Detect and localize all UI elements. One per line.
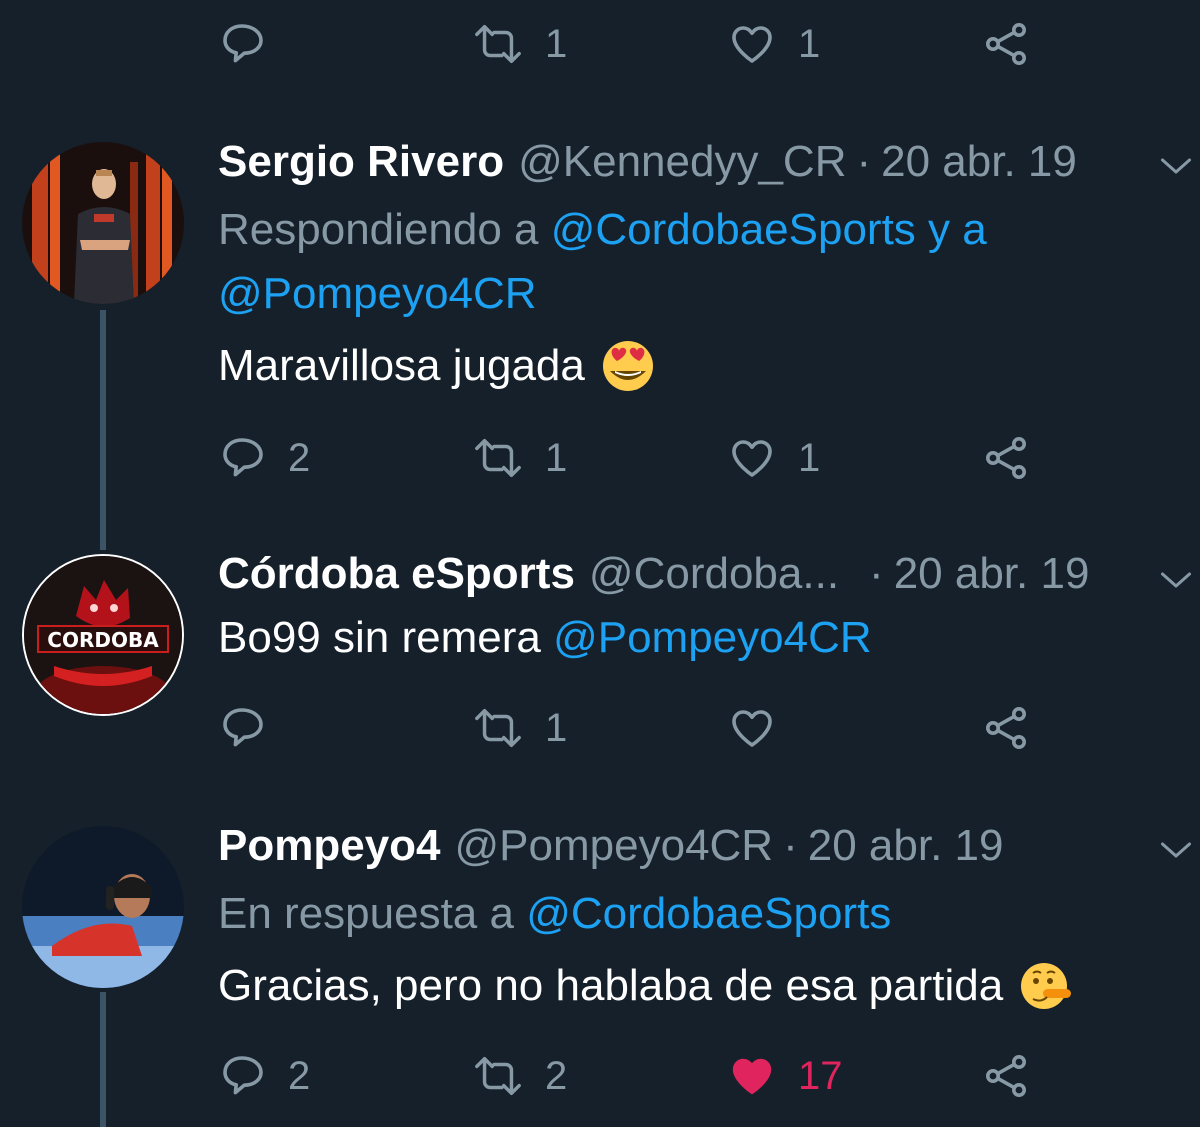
- share-button[interactable]: [983, 698, 1031, 758]
- reply-count: 2: [288, 1053, 311, 1098]
- retweet-icon: [475, 1056, 521, 1096]
- like-button[interactable]: [728, 698, 798, 758]
- avatar-image: [22, 142, 184, 304]
- chevron-down-icon[interactable]: [1158, 562, 1194, 598]
- heart-icon: [732, 26, 772, 63]
- avatar[interactable]: [22, 142, 184, 304]
- lying-face-emoji-icon: [1021, 963, 1072, 1009]
- tweet-date[interactable]: 20 abr. 19: [808, 821, 1004, 871]
- tweet-date[interactable]: 20 abr. 19: [881, 137, 1077, 187]
- display-name[interactable]: Córdoba eSports: [218, 549, 575, 599]
- retweet-count: 1: [545, 705, 568, 750]
- retweet-button[interactable]: 1: [473, 14, 567, 74]
- like-button[interactable]: 1: [728, 14, 820, 74]
- avatar-image: CORDOBA: [24, 556, 182, 714]
- separator-dot: ·: [856, 137, 872, 186]
- avatar[interactable]: [22, 826, 184, 988]
- retweet-count: 1: [545, 21, 568, 66]
- replying-prefix: En respuesta a: [218, 889, 527, 938]
- reply-button[interactable]: [218, 698, 288, 758]
- separator-dot: ·: [869, 549, 884, 598]
- user-handle[interactable]: @Kennedyy_CR: [518, 137, 846, 187]
- user-handle[interactable]: @Pompeyo4CR: [455, 821, 774, 871]
- display-name[interactable]: Sergio Rivero: [218, 137, 504, 187]
- share-icon: [986, 1055, 1026, 1097]
- share-icon: [986, 707, 1026, 749]
- display-name[interactable]: Pompeyo4: [218, 821, 441, 871]
- like-count: 17: [798, 1053, 843, 1098]
- share-button[interactable]: [983, 428, 1031, 488]
- like-count: 1: [798, 435, 821, 480]
- svg-text:CORDOBA: CORDOBA: [47, 628, 159, 652]
- mention-link[interactable]: @Pompeyo4CR: [218, 269, 537, 318]
- tweet-text-content: Gracias, pero no hablaba de esa partida: [218, 961, 1004, 1010]
- like-button[interactable]: 1: [728, 428, 820, 488]
- avatar-image: [22, 826, 184, 988]
- retweet-icon: [475, 24, 521, 64]
- retweet-button[interactable]: 1: [473, 698, 567, 758]
- replying-to: Respondiendo a @CordobaeSports y a @Pomp…: [218, 198, 1118, 326]
- share-button[interactable]: [983, 1046, 1031, 1106]
- tweet-text: Gracias, pero no hablaba de esa partida: [218, 954, 1073, 1018]
- reply-button[interactable]: 2: [218, 428, 310, 488]
- avatar[interactable]: CORDOBA: [22, 554, 184, 716]
- share-icon: [986, 23, 1026, 65]
- share-button[interactable]: [983, 14, 1031, 74]
- tweet-text-content: Maravillosa jugada: [218, 341, 585, 390]
- heart-filled-icon: [732, 1058, 772, 1095]
- reply-button[interactable]: 2: [218, 1046, 310, 1106]
- tweet-actions: 2 2 17: [218, 1046, 1058, 1106]
- chevron-down-icon[interactable]: [1158, 832, 1194, 868]
- retweet-icon: [475, 708, 521, 748]
- heart-icon: [732, 440, 772, 477]
- heart-icon: [732, 710, 772, 747]
- replying-join: y a: [915, 205, 987, 254]
- like-button[interactable]: 17: [728, 1046, 843, 1106]
- reply-icon: [223, 24, 263, 63]
- tweet-actions: 1: [218, 698, 1058, 758]
- retweet-count: 1: [545, 435, 568, 480]
- replying-prefix: Respondiendo a: [218, 205, 551, 254]
- tweet-actions-top: 1 1: [218, 14, 1058, 74]
- retweet-button[interactable]: 1: [473, 428, 567, 488]
- thread-line: [100, 992, 106, 1127]
- tweet-header: Pompeyo4 @Pompeyo4CR · 20 abr. 19: [218, 818, 1003, 874]
- tweet-text: Bo99 sin remera @Pompeyo4CR: [218, 606, 872, 670]
- mention-link[interactable]: @Pompeyo4CR: [553, 606, 872, 670]
- tweet-header: Córdoba eSports @Cordoba... · 20 abr. 19: [218, 546, 1089, 602]
- like-count: 1: [798, 21, 821, 66]
- mention-link[interactable]: @CordobaeSports: [526, 889, 891, 938]
- mention-link[interactable]: @CordobaeSports: [551, 205, 916, 254]
- reply-count: 2: [288, 435, 311, 480]
- tweet-date[interactable]: 20 abr. 19: [894, 549, 1090, 599]
- share-icon: [986, 437, 1026, 479]
- reply-button[interactable]: [218, 14, 288, 74]
- retweet-icon: [475, 438, 521, 478]
- replying-to: En respuesta a @CordobaeSports: [218, 882, 1118, 946]
- heart-eyes-emoji-icon: [602, 341, 653, 391]
- reply-icon: [223, 1056, 263, 1095]
- thread-line: [100, 310, 106, 550]
- separator-dot: ·: [783, 821, 798, 870]
- retweet-count: 2: [545, 1053, 568, 1098]
- reply-icon: [223, 438, 263, 477]
- tweet-header: Sergio Rivero @Kennedyy_CR · 20 abr. 19: [218, 134, 1077, 190]
- chevron-down-icon[interactable]: [1158, 148, 1194, 184]
- reply-icon: [223, 708, 263, 747]
- tweet-text-content: Bo99 sin remera: [218, 613, 554, 662]
- tweet-text: Maravillosa jugada: [218, 334, 655, 398]
- retweet-button[interactable]: 2: [473, 1046, 567, 1106]
- user-handle[interactable]: @Cordoba...: [589, 549, 839, 599]
- tweet-actions: 2 1 1: [218, 428, 1058, 488]
